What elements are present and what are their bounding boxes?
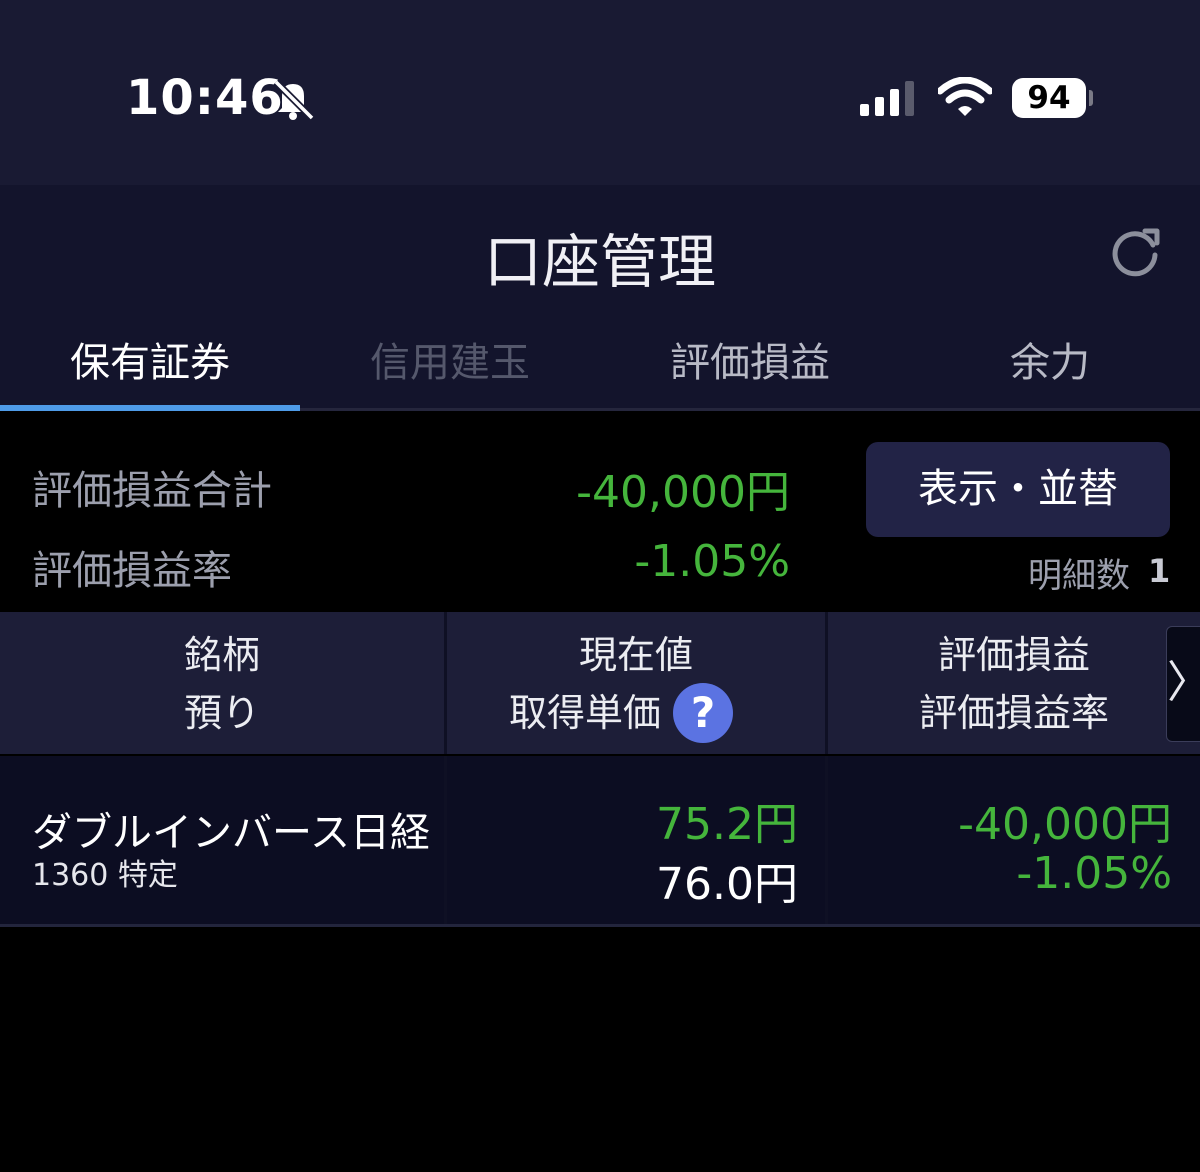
row-divider xyxy=(0,924,1200,927)
display-sort-button[interactable]: 表示・並替 xyxy=(866,442,1170,537)
refresh-icon[interactable] xyxy=(1107,223,1163,279)
tab-active-indicator xyxy=(0,405,300,411)
wifi-icon xyxy=(938,77,992,116)
header-name-label: 銘柄 xyxy=(183,633,260,677)
tab-bar-divider xyxy=(300,408,1200,411)
pl-rate-row-value: -1.05% xyxy=(1016,848,1172,899)
header-account-type-label: 預り xyxy=(183,691,260,735)
bell-off-icon xyxy=(273,79,315,120)
help-icon[interactable]: ? xyxy=(673,682,733,743)
tab-valuation-pl[interactable]: 評価損益 xyxy=(600,331,900,410)
tab-margin-positions[interactable]: 信用建玉 xyxy=(300,331,600,410)
signal-icon xyxy=(860,81,914,116)
pl-value: -40,000円 xyxy=(958,799,1172,850)
header-current-price-label: 現在値 xyxy=(578,633,693,677)
chevron-right-icon[interactable]: 〉 xyxy=(1166,626,1200,742)
security-code-account: 1360 特定 xyxy=(32,858,178,893)
header-acquisition-price-label: 取得単価 xyxy=(508,691,661,735)
tab-buying-power[interactable]: 余力 xyxy=(900,331,1200,410)
app-header: 口座管理 保有証券 信用建玉 評価損益 余力 xyxy=(0,185,1200,410)
header-cell-pl[interactable]: 評価損益 評価損益率 xyxy=(828,626,1200,742)
header-pl-rate-label: 評価損益率 xyxy=(918,691,1109,735)
column-divider xyxy=(444,756,447,924)
acquisition-price-value: 76.0円 xyxy=(656,859,798,910)
total-pl-value: -40,000円 xyxy=(576,467,790,518)
tab-holdings[interactable]: 保有証券 xyxy=(0,331,300,410)
pl-rate-label: 評価損益率 xyxy=(32,548,232,594)
battery-icon: 94 xyxy=(1012,78,1086,118)
page-title: 口座管理 xyxy=(483,228,716,296)
header-cell-price[interactable]: 現在値 取得単価? xyxy=(447,626,825,743)
header-pl-label: 評価損益 xyxy=(937,633,1090,677)
status-bar: 10:46 94 xyxy=(0,0,1200,185)
detail-count-value: 1 xyxy=(1148,552,1171,590)
battery-tip xyxy=(1089,90,1093,106)
pl-rate-value: -1.05% xyxy=(634,536,790,587)
detail-count-label: 明細数 xyxy=(1028,556,1130,596)
status-time: 10:46 xyxy=(126,70,284,126)
header-cell-name[interactable]: 銘柄 預り xyxy=(0,626,444,742)
current-price-value: 75.2円 xyxy=(656,799,798,850)
column-divider xyxy=(825,756,828,924)
total-pl-label: 評価損益合計 xyxy=(32,468,272,514)
